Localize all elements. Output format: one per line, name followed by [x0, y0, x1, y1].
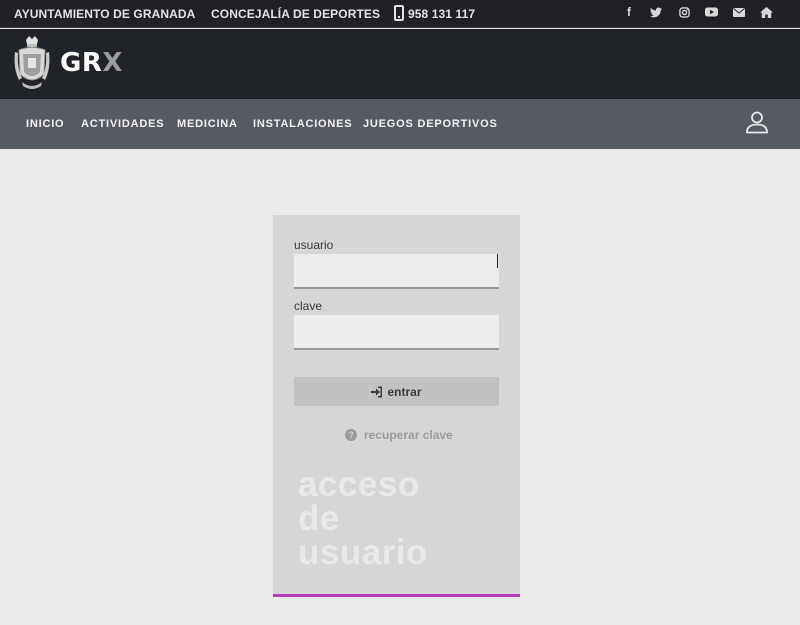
nav-item-juegos-deportivos[interactable]: JUEGOS DEPORTIVOS [363, 118, 498, 130]
usuario-label: usuario [294, 238, 334, 252]
instagram-icon[interactable] [677, 5, 691, 19]
concejalia-link[interactable]: CONCEJALÍA DE DEPORTES [211, 7, 380, 21]
entrar-label: entrar [387, 384, 422, 399]
nav-item-medicina[interactable]: MEDICINA [177, 118, 238, 130]
nav-item-actividades[interactable]: ACTIVIDADES [81, 118, 164, 130]
twitter-icon[interactable] [649, 5, 663, 19]
granada-crest-logo[interactable] [13, 34, 51, 92]
sign-in-icon [371, 386, 383, 397]
main-nav: INICIO ACTIVIDADES MEDICINA INSTALACIONE… [0, 99, 800, 149]
acceso-usuario-watermark: acceso de usuario [298, 465, 428, 572]
clave-label: clave [294, 299, 323, 313]
top-bar: AYUNTAMIENTO DE GRANADA CONCEJALÍA DE DE… [0, 0, 800, 28]
grx-logo[interactable]: GRX [60, 48, 123, 78]
clave-input[interactable] [294, 315, 499, 350]
youtube-icon[interactable] [704, 5, 718, 19]
recuperar-clave-link[interactable]: ? recuperar clave [345, 428, 453, 442]
login-card: usuario clave entrar ? recuperar clave a… [273, 215, 520, 597]
usuario-input[interactable] [294, 254, 499, 289]
facebook-icon[interactable]: f [622, 5, 636, 19]
nav-item-inicio[interactable]: INICIO [26, 118, 64, 130]
mail-icon[interactable] [732, 5, 746, 19]
entrar-button[interactable]: entrar [294, 377, 499, 406]
phone-number[interactable]: 958 131 117 [408, 7, 475, 21]
phone-icon [394, 5, 404, 21]
watermark-line: usuario [298, 533, 428, 572]
ayuntamiento-link[interactable]: AYUNTAMIENTO DE GRANADA [14, 7, 195, 21]
question-icon: ? [345, 429, 357, 441]
watermark-line: de [298, 499, 340, 538]
user-icon[interactable] [745, 110, 769, 134]
watermark-line: acceso [298, 465, 420, 504]
logo-accent-x: X [102, 48, 123, 78]
text-cursor [497, 254, 498, 268]
logo-text: GR [60, 48, 103, 78]
nav-item-instalaciones[interactable]: INSTALACIONES [253, 118, 352, 130]
logo-band: GRX [0, 29, 800, 99]
home-icon[interactable] [759, 5, 773, 19]
recuperar-clave-label: recuperar clave [364, 428, 453, 442]
